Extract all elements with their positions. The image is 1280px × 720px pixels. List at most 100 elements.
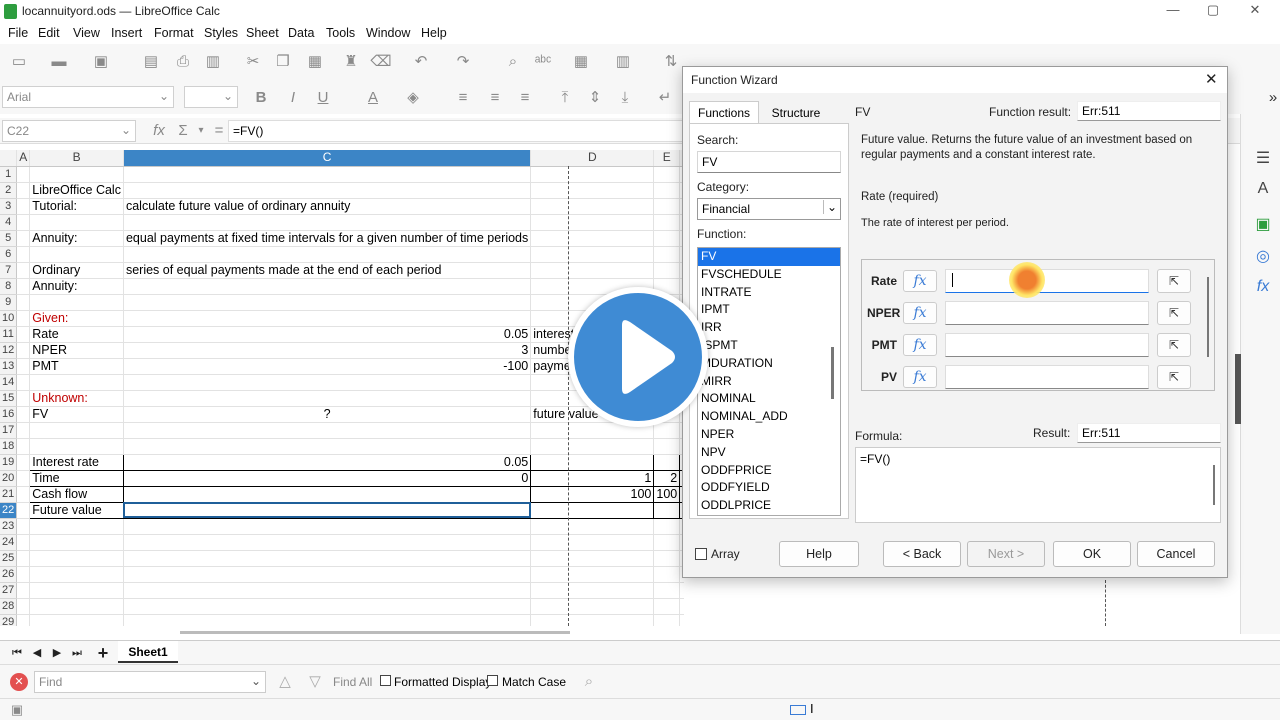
underline-icon[interactable]: U — [312, 88, 334, 108]
row-header[interactable]: 14 — [0, 374, 18, 391]
argument-input[interactable] — [945, 333, 1149, 357]
sort-icon[interactable]: ⇅ — [660, 52, 682, 72]
cell[interactable] — [29, 534, 124, 551]
function-list-item[interactable]: IRR — [698, 319, 840, 337]
bold-icon[interactable]: B — [250, 88, 272, 108]
spelling-icon[interactable]: ᵃᵇᶜ — [532, 52, 554, 72]
menu-sheet[interactable]: Sheet — [246, 26, 279, 40]
row-header[interactable]: 22 — [0, 502, 18, 519]
align-left-icon[interactable]: ≡ — [452, 88, 474, 108]
function-list-item[interactable]: NPV — [698, 444, 840, 462]
shrink-icon[interactable]: ⇱ — [1157, 333, 1191, 357]
menu-insert[interactable]: Insert — [111, 26, 142, 40]
align-center-icon[interactable]: ≡ — [484, 88, 506, 108]
gallery-icon[interactable]: ▣ — [1253, 214, 1273, 234]
function-list[interactable]: FV FVSCHEDULE INTRATE IPMT IRR ISPMT MDURATION… — [697, 247, 841, 516]
cell[interactable] — [530, 262, 655, 279]
cell[interactable] — [29, 582, 124, 599]
selection-mode-icon[interactable] — [790, 705, 806, 715]
cell[interactable]: 1 — [530, 469, 655, 487]
cell[interactable] — [16, 294, 31, 311]
function-list-scrollbar[interactable] — [831, 347, 834, 399]
function-list-item[interactable]: FVSCHEDULE — [698, 266, 840, 284]
row-header[interactable]: 16 — [0, 406, 18, 423]
help-button[interactable]: Help — [779, 541, 859, 567]
cell[interactable] — [653, 566, 681, 583]
menu-edit[interactable]: Edit — [38, 26, 60, 40]
arguments-scrollbar[interactable] — [1207, 277, 1209, 357]
shrink-icon[interactable]: ⇱ — [1157, 365, 1191, 389]
cell[interactable] — [123, 294, 532, 311]
find-next-icon[interactable]: ▽ — [304, 672, 326, 692]
row-header[interactable]: 5 — [0, 230, 18, 247]
add-sheet-icon[interactable]: + — [92, 643, 114, 663]
cell[interactable] — [530, 582, 655, 599]
cell[interactable] — [16, 614, 31, 626]
function-list-item[interactable]: MIRR — [698, 373, 840, 391]
cell[interactable] — [16, 486, 31, 503]
cell[interactable]: equal payments at fixed time intervals f… — [123, 230, 532, 247]
menu-view[interactable]: View — [73, 26, 100, 40]
cell[interactable] — [16, 550, 31, 567]
more-icon[interactable]: » — [1262, 88, 1280, 108]
row-header[interactable]: 13 — [0, 358, 18, 375]
formatted-display-checkbox[interactable] — [380, 675, 391, 686]
function-list-item[interactable]: NPER — [698, 426, 840, 444]
cell[interactable]: calculate future value of ordinary annui… — [123, 198, 532, 215]
row-header[interactable]: 15 — [0, 390, 18, 407]
cell[interactable] — [16, 438, 31, 455]
font-name-combo[interactable]: Arial ⌄ — [2, 86, 174, 108]
cell[interactable]: Future value — [29, 501, 124, 519]
shrink-icon[interactable]: ⇱ — [1157, 301, 1191, 325]
cell[interactable] — [29, 566, 124, 583]
open-icon[interactable]: ▬ — [48, 52, 70, 72]
cell[interactable] — [530, 550, 655, 567]
cell[interactable] — [16, 598, 31, 615]
copy-icon[interactable]: ❐ — [272, 52, 294, 72]
cell[interactable] — [123, 278, 532, 295]
sidebar-splitter[interactable] — [1235, 354, 1241, 424]
cell[interactable]: 100 — [653, 485, 681, 503]
cell[interactable] — [16, 342, 31, 359]
function-list-item[interactable]: MDURATION — [698, 355, 840, 373]
cell[interactable] — [679, 582, 684, 599]
cell[interactable] — [123, 518, 532, 535]
new-icon[interactable]: ▭ — [8, 52, 30, 72]
italic-icon[interactable]: I — [282, 88, 304, 108]
minimize-icon[interactable]: — — [1162, 2, 1184, 20]
formula-icon[interactable]: = — [208, 121, 230, 141]
cell[interactable]: 0.05 — [123, 326, 532, 343]
cell[interactable] — [653, 614, 681, 626]
cell[interactable] — [16, 182, 31, 199]
cell[interactable] — [16, 454, 31, 471]
cell[interactable] — [29, 166, 124, 183]
cell[interactable] — [16, 518, 31, 535]
cell[interactable] — [123, 214, 532, 231]
wrap-icon[interactable]: ↵ — [654, 88, 676, 108]
row-header[interactable]: 3 — [0, 198, 18, 215]
cell[interactable] — [123, 390, 532, 407]
align-right-icon[interactable]: ≡ — [514, 88, 536, 108]
row-icon[interactable]: ▦ — [570, 52, 592, 72]
cell[interactable] — [29, 422, 124, 439]
first-sheet-icon[interactable]: ⏮ — [6, 643, 28, 663]
function-wizard-icon[interactable]: fx — [903, 270, 937, 292]
cut-icon[interactable]: ✂ — [242, 52, 264, 72]
cell[interactable] — [16, 502, 31, 519]
horizontal-scrollbar[interactable] — [180, 631, 570, 634]
cell[interactable] — [653, 166, 681, 183]
name-box[interactable]: C22 ⌄ — [2, 120, 136, 142]
cell[interactable]: LibreOffice Calc — [29, 182, 124, 199]
cell[interactable] — [530, 214, 655, 231]
prev-sheet-icon[interactable]: ◀ — [26, 643, 48, 663]
argument-input[interactable] — [945, 269, 1149, 293]
function-list-item[interactable]: IPMT — [698, 301, 840, 319]
menu-format[interactable]: Format — [154, 26, 194, 40]
next-sheet-icon[interactable]: ▶ — [46, 643, 68, 663]
cell[interactable] — [530, 166, 655, 183]
highlight-icon[interactable]: ◈ — [402, 88, 424, 108]
cell[interactable] — [530, 453, 655, 471]
menu-styles[interactable]: Styles — [204, 26, 238, 40]
argument-input[interactable] — [945, 365, 1149, 389]
cell[interactable] — [123, 566, 532, 583]
